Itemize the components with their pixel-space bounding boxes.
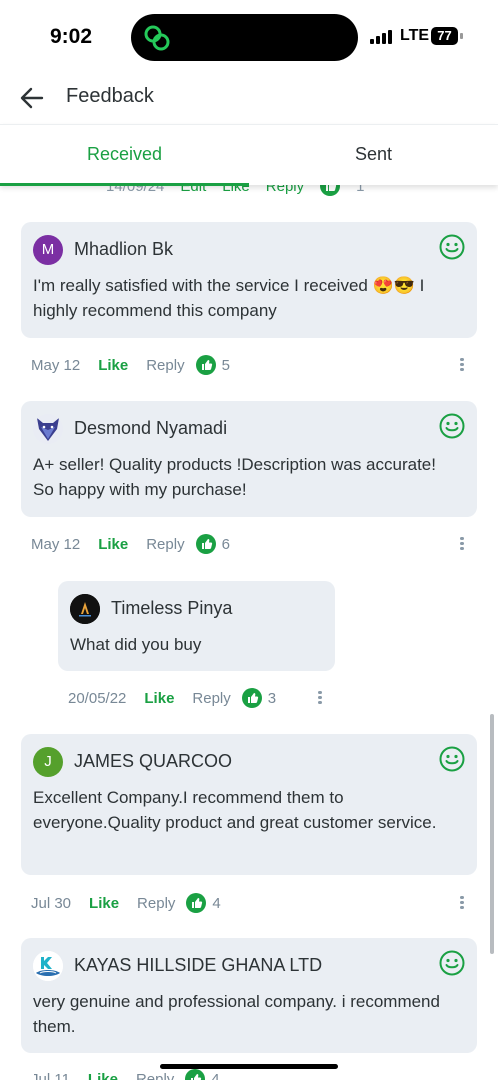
feedback-text: I'm really satisfied with the service I … — [33, 276, 425, 320]
feedback-card: Desmond Nyamadi A+ seller! Quality produ… — [21, 401, 477, 517]
avatar[interactable]: M — [33, 235, 63, 265]
feedback-date: Jul 11 — [31, 1070, 70, 1080]
reviewer-name[interactable]: Timeless Pinya — [111, 598, 232, 619]
status-time: 9:02 — [50, 25, 93, 48]
reply-button[interactable]: Reply — [146, 357, 184, 374]
signal-icon — [370, 30, 392, 44]
feedback-actions: Jul 11 Like Reply 4 — [31, 1069, 220, 1080]
status-bar: 9:02 LTE 77 — [0, 0, 498, 72]
reply-button[interactable]: Reply — [137, 895, 175, 912]
more-vertical-icon[interactable] — [459, 356, 465, 374]
page-title: Feedback — [66, 85, 154, 107]
tab-indicator — [0, 183, 249, 186]
reviewer-name[interactable]: Mhadlion Bk — [74, 239, 173, 260]
scrollbar[interactable] — [490, 714, 494, 954]
avatar[interactable]: J — [33, 747, 63, 777]
battery-icon: 77 — [431, 27, 458, 45]
feedback-actions: Jul 30 Like Reply 4 — [31, 893, 221, 913]
avatar[interactable] — [33, 414, 63, 444]
smiley-icon — [439, 746, 465, 772]
reviewer-name[interactable]: Desmond Nyamadi — [74, 418, 227, 439]
feedback-text: Excellent Company.I recommend them to ev… — [33, 788, 437, 832]
reply-button[interactable]: Reply — [192, 690, 230, 707]
more-vertical-icon[interactable] — [317, 689, 323, 707]
tab-bar: Received Sent — [0, 124, 498, 186]
like-button[interactable]: Like — [98, 536, 128, 553]
app-header: Feedback — [0, 72, 498, 124]
reply-button[interactable]: Reply — [146, 536, 184, 553]
feedback-card: J JAMES QUARCOO Excellent Company.I reco… — [21, 734, 477, 875]
smiley-icon — [439, 950, 465, 976]
tab-sent[interactable]: Sent — [249, 125, 498, 185]
feedback-date: May 12 — [31, 356, 81, 374]
wolf-avatar-icon — [33, 414, 63, 444]
more-vertical-icon[interactable] — [459, 894, 465, 912]
reviewer-name[interactable]: JAMES QUARCOO — [74, 751, 232, 772]
network-type: LTE — [400, 27, 430, 44]
like-button[interactable]: Like — [98, 357, 128, 374]
reply-actions: 20/05/22 Like Reply 3 — [68, 688, 276, 708]
like-count: 6 — [221, 535, 230, 553]
like-button[interactable]: Like — [89, 895, 119, 912]
reply-button[interactable]: Reply — [136, 1071, 174, 1080]
like-button[interactable]: Like — [88, 1071, 118, 1080]
like-count: 5 — [221, 356, 230, 374]
smiley-icon — [439, 234, 465, 260]
arrow-left-icon[interactable] — [16, 82, 48, 114]
thumbs-up-icon — [185, 1069, 206, 1080]
thumbs-up-icon — [195, 534, 216, 554]
feedback-actions: May 12 Like Reply 5 — [31, 355, 230, 375]
thumbs-up-icon — [195, 355, 216, 375]
kayas-logo-icon — [33, 951, 63, 981]
feedback-date: Jul 30 — [31, 894, 72, 912]
like-count: 4 — [212, 894, 221, 912]
thumbs-up-icon — [186, 893, 207, 913]
battery-tip — [460, 33, 463, 39]
like-count: 4 — [211, 1070, 220, 1080]
home-indicator[interactable] — [160, 1064, 338, 1069]
feedback-text: A+ seller! Quality products !Description… — [33, 455, 436, 499]
dynamic-island — [131, 14, 358, 61]
timeless-avatar-icon — [70, 594, 100, 624]
more-vertical-icon[interactable] — [459, 535, 465, 553]
like-count: 3 — [267, 689, 277, 707]
feedback-date: May 12 — [31, 535, 81, 553]
avatar[interactable] — [33, 951, 63, 981]
avatar[interactable] — [70, 594, 100, 624]
feedback-actions: May 12 Like Reply 6 — [31, 534, 230, 554]
reviewer-name[interactable]: KAYAS HILLSIDE GHANA LTD — [74, 955, 322, 976]
feedback-text: very genuine and professional company. i… — [33, 992, 440, 1036]
feedback-card: KAYAS HILLSIDE GHANA LTD very genuine an… — [21, 938, 477, 1053]
tab-received[interactable]: Received — [0, 125, 249, 185]
smiley-icon — [439, 413, 465, 439]
thumbs-up-icon — [241, 688, 262, 708]
reply-card: Timeless Pinya What did you buy — [58, 581, 335, 671]
like-button[interactable]: Like — [144, 690, 174, 707]
reply-text: What did you buy — [70, 635, 202, 654]
link-icon — [144, 25, 170, 51]
reply-date: 20/05/22 — [68, 689, 127, 707]
feedback-card: M Mhadlion Bk I'm really satisfied with … — [21, 222, 477, 338]
